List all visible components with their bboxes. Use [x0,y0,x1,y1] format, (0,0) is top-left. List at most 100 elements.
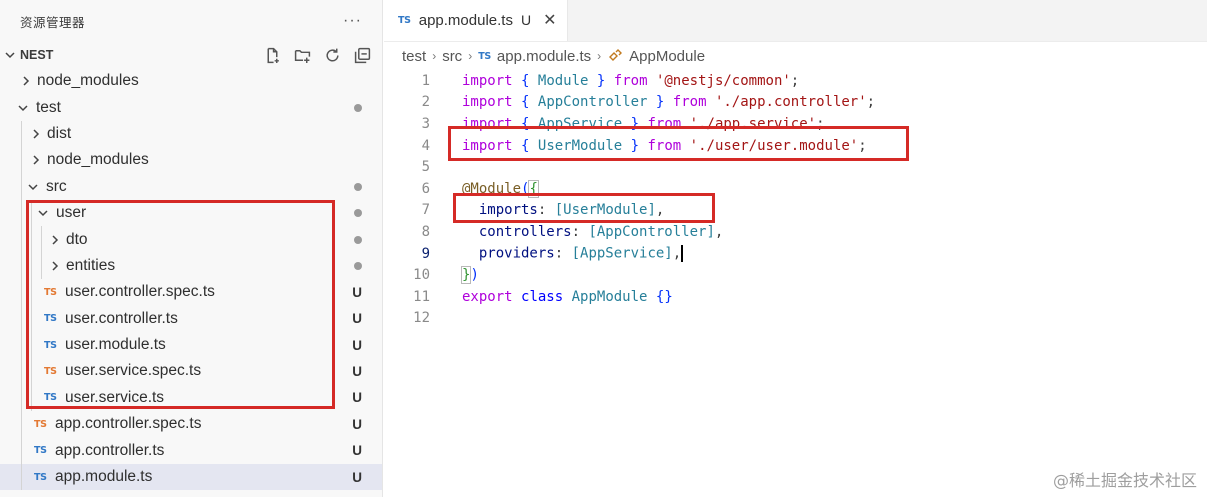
code-line: 2 import { AppController } from './app.c… [384,92,1207,114]
chevron-down-icon [28,184,38,190]
code-line: 8 controllers: [AppController], [384,221,1207,243]
chevron-right-icon: › [597,49,602,63]
tree-item-user[interactable]: user [0,199,382,227]
ts-file-icon: TS [34,418,47,430]
tree-item-label: app.controller.spec.ts [55,415,202,433]
explorer-title: 资源管理器 [20,15,86,30]
tree-item-label: node_modules [37,72,139,90]
ts-file-icon: TS [44,313,57,325]
code-line: 4 import { UserModule } from './user/use… [384,135,1207,157]
chevron-right-icon: › [468,49,473,63]
tree-item-node-modules[interactable]: node_modules [0,68,382,94]
code-line: 6 @Module({ [384,178,1207,200]
close-icon[interactable]: ✕ [543,10,556,30]
breadcrumb-item[interactable]: AppModule [629,48,705,65]
line-number: 2 [421,94,430,111]
ts-file-icon: TS [44,392,57,404]
line-number: 1 [421,72,430,89]
modified-dot [354,200,362,226]
new-file-icon[interactable] [262,45,282,65]
ts-file-icon: TS [34,471,47,483]
tree-item-label: user.controller.spec.ts [65,283,215,301]
ts-file-icon: TS [398,14,411,26]
modified-dot [354,94,362,120]
chevron-right-icon [23,76,30,86]
untracked-status: U [352,284,362,300]
ts-file-icon: TS [44,365,57,377]
line-number: 3 [421,115,430,132]
tree-item-label: user.module.ts [65,336,166,354]
untracked-status: U [352,416,362,432]
explorer-sidebar: 资源管理器 ··· NEST node_modules test dist no… [0,0,383,497]
tree-item-user-controller-spec[interactable]: TS user.controller.spec.ts U [0,279,382,306]
line-number: 8 [421,223,430,240]
untracked-status: U [352,311,362,327]
editor-pane: TS app.module.ts U ✕ test › src › TS app… [384,0,1207,497]
code-line: 3 import { AppService } from './app.serv… [384,113,1207,135]
breadcrumb-item[interactable]: test [402,48,426,65]
ts-file-icon: TS [478,50,491,62]
breadcrumb-item[interactable]: src [442,48,462,65]
tree-item-label: user.service.ts [65,388,165,406]
tree-item-app-controller-spec[interactable]: TS app.controller.spec.ts U [0,411,382,438]
line-number: 9 [421,245,430,262]
code-line: 10 }) [384,264,1207,286]
text-cursor [681,245,683,263]
code-editor[interactable]: 1 import { Module } from '@nestjs/common… [384,70,1207,329]
tree-item-src[interactable]: src [0,173,382,200]
chevron-right-icon [33,129,40,139]
untracked-status: U [352,363,362,379]
tree-item-label: user.controller.ts [65,309,178,327]
tree-item-label: app.module.ts [55,468,153,486]
collapse-all-icon[interactable] [352,45,372,65]
code-line: 12 [384,308,1207,330]
file-tree: node_modules test dist node_modules src [0,68,382,491]
line-number: 6 [421,180,430,197]
code-line: 7 imports: [UserModule], [384,200,1207,222]
editor-tabbar: TS app.module.ts U ✕ [384,0,1207,42]
explorer-header: 资源管理器 ··· [0,0,382,42]
line-number: 10 [413,267,430,284]
tree-item-user-module[interactable]: TS user.module.ts U [0,331,382,359]
tree-item-label: test [36,98,61,116]
ts-file-icon: TS [34,445,47,457]
untracked-status: U [352,443,362,459]
code-line: 9 providers: [AppService], [384,243,1207,265]
code-line: 11 export class AppModule {} [384,286,1207,308]
tree-item-label: user [56,204,87,222]
tree-item-user-controller[interactable]: TS user.controller.ts U [0,305,382,332]
line-number: 12 [413,310,430,327]
tab-app-module[interactable]: TS app.module.ts U ✕ [384,0,568,41]
tree-item-label: entities [66,256,116,274]
tree-item-label: dist [47,124,72,142]
tree-item-label: node_modules [47,151,149,169]
chevron-right-icon [52,261,59,271]
tree-item-user-service-spec[interactable]: TS user.service.spec.ts U [0,358,382,385]
tree-item-app-controller[interactable]: TS app.controller.ts U [0,437,382,464]
more-actions-icon[interactable]: ··· [343,12,362,30]
tree-item-entities[interactable]: entities [0,252,382,280]
breadcrumb-item[interactable]: app.module.ts [497,48,591,65]
tree-item-label: dto [66,230,88,248]
chevron-down-icon [18,105,28,111]
chevron-right-icon [52,235,59,245]
tree-item-dto[interactable]: dto [0,226,382,253]
modified-dot [354,174,362,200]
workspace-name: NEST [20,48,54,62]
untracked-status: U [352,469,362,485]
refresh-icon[interactable] [322,45,342,65]
tab-untracked-status: U [520,12,532,28]
watermark: @稀土掘金技术社区 [1052,471,1197,490]
tree-item-node-modules[interactable]: node_modules [0,147,382,174]
tree-item-app-module[interactable]: TS app.module.ts U [0,463,382,491]
breadcrumb: test › src › TS app.module.ts › AppModul… [384,42,1207,70]
tree-item-user-service[interactable]: TS user.service.ts U [0,384,382,412]
code-line: 1 import { Module } from '@nestjs/common… [384,70,1207,92]
workspace-section-header[interactable]: NEST [0,42,382,68]
new-folder-icon[interactable] [292,45,312,65]
chevron-down-icon [5,52,15,59]
tree-item-test[interactable]: test [0,94,382,120]
tree-item-label: src [46,177,67,195]
tree-item-label: app.controller.ts [55,441,165,459]
tree-item-dist[interactable]: dist [0,120,382,148]
